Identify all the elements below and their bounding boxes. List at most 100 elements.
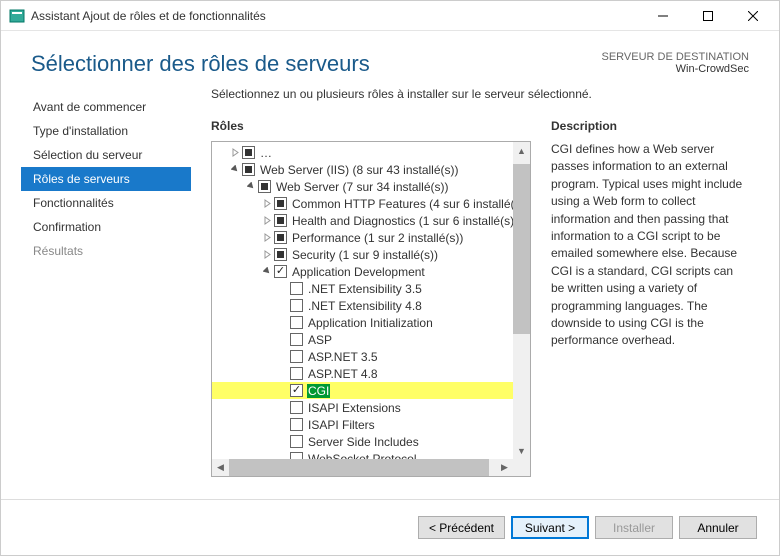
sidebar-item[interactable]: Sélection du serveur — [21, 143, 191, 167]
tree-item-label: .NET Extensibility 3.5 — [307, 282, 423, 296]
previous-button[interactable]: < Précédent — [418, 516, 505, 539]
scroll-left-arrow[interactable]: ◀ — [212, 459, 229, 476]
install-button[interactable]: Installer — [595, 516, 673, 539]
checkbox[interactable] — [274, 265, 287, 278]
footer: < Précédent Suivant > Installer Annuler — [1, 499, 779, 555]
vertical-scrollbar[interactable]: ▲ ▼ — [513, 142, 530, 459]
checkbox[interactable] — [258, 180, 271, 193]
checkbox[interactable] — [290, 384, 303, 397]
minimize-button[interactable] — [640, 1, 685, 30]
sidebar-item[interactable]: Avant de commencer — [21, 95, 191, 119]
tree-item-label: … — [259, 146, 273, 160]
checkbox[interactable] — [290, 401, 303, 414]
collapse-icon[interactable] — [228, 163, 242, 177]
main: Avant de commencerType d'installationSél… — [1, 87, 779, 477]
tree-row[interactable]: ASP.NET 4.8 — [212, 365, 513, 382]
checkbox[interactable] — [290, 350, 303, 363]
tree-row[interactable]: ISAPI Extensions — [212, 399, 513, 416]
tree-item-label: Server Side Includes — [307, 435, 420, 449]
cancel-button[interactable]: Annuler — [679, 516, 757, 539]
tree-item-label: Health and Diagnostics (1 sur 6 installé… — [291, 214, 513, 228]
content: Sélectionnez un ou plusieurs rôles à ins… — [191, 87, 759, 477]
tree-row[interactable]: WebSocket Protocol — [212, 450, 513, 459]
tree-row[interactable]: .NET Extensibility 4.8 — [212, 297, 513, 314]
scroll-up-arrow[interactable]: ▲ — [513, 142, 530, 159]
tree-item-label: ISAPI Filters — [307, 418, 376, 432]
tree-item-label: WebSocket Protocol — [307, 452, 418, 460]
tree-item-label: Application Initialization — [307, 316, 434, 330]
checkbox[interactable] — [290, 452, 303, 459]
sidebar-item[interactable]: Confirmation — [21, 215, 191, 239]
sidebar-item[interactable]: Type d'installation — [21, 119, 191, 143]
collapse-icon[interactable] — [244, 180, 258, 194]
expander-placeholder — [276, 452, 290, 460]
tree-row[interactable]: ASP — [212, 331, 513, 348]
tree-row[interactable]: .NET Extensibility 3.5 — [212, 280, 513, 297]
tree-row[interactable]: … — [212, 144, 513, 161]
tree-row[interactable]: Web Server (7 sur 34 installé(s)) — [212, 178, 513, 195]
sidebar: Avant de commencerType d'installationSél… — [21, 87, 191, 477]
checkbox[interactable] — [290, 282, 303, 295]
sidebar-item[interactable]: Fonctionnalités — [21, 191, 191, 215]
tree-item-label: ASP.NET 4.8 — [307, 367, 379, 381]
tree-item-label: Application Development — [291, 265, 426, 279]
expander-placeholder — [276, 401, 290, 415]
expander-placeholder — [276, 316, 290, 330]
tree-row[interactable]: Application Development — [212, 263, 513, 280]
roles-heading: Rôles — [211, 119, 531, 133]
tree-row[interactable]: Performance (1 sur 2 installé(s)) — [212, 229, 513, 246]
window-title: Assistant Ajout de rôles et de fonctionn… — [31, 9, 640, 23]
collapse-icon[interactable] — [260, 265, 274, 279]
horizontal-scroll-thumb[interactable] — [229, 459, 489, 476]
checkbox[interactable] — [290, 435, 303, 448]
expand-icon[interactable] — [260, 248, 274, 262]
titlebar: Assistant Ajout de rôles et de fonctionn… — [1, 1, 779, 31]
expand-icon[interactable] — [260, 214, 274, 228]
checkbox[interactable] — [290, 299, 303, 312]
tree-row[interactable]: Common HTTP Features (4 sur 6 installé(s… — [212, 195, 513, 212]
checkbox[interactable] — [290, 367, 303, 380]
tree-item-label: Web Server (7 sur 34 installé(s)) — [275, 180, 450, 194]
tree-row[interactable]: Security (1 sur 9 installé(s)) — [212, 246, 513, 263]
tree-item-label: ISAPI Extensions — [307, 401, 402, 415]
header: Sélectionner des rôles de serveurs SERVE… — [1, 31, 779, 87]
tree-row[interactable]: Health and Diagnostics (1 sur 6 installé… — [212, 212, 513, 229]
scroll-right-arrow[interactable]: ▶ — [496, 459, 513, 476]
roles-tree: …Web Server (IIS) (8 sur 43 installé(s))… — [211, 141, 531, 477]
checkbox[interactable] — [274, 197, 287, 210]
tree-row[interactable]: ISAPI Filters — [212, 416, 513, 433]
expand-icon[interactable] — [228, 146, 242, 160]
expand-icon[interactable] — [260, 197, 274, 211]
horizontal-scrollbar[interactable]: ◀ ▶ — [212, 459, 530, 476]
tree-row[interactable]: Application Initialization — [212, 314, 513, 331]
expander-placeholder — [276, 299, 290, 313]
destination-name: Win-CrowdSec — [601, 63, 749, 75]
checkbox[interactable] — [290, 333, 303, 346]
checkbox[interactable] — [242, 146, 255, 159]
checkbox[interactable] — [290, 418, 303, 431]
tree-row[interactable]: CGI — [212, 382, 513, 399]
app-icon — [9, 8, 25, 24]
maximize-button[interactable] — [685, 1, 730, 30]
close-button[interactable] — [730, 1, 775, 30]
expand-icon[interactable] — [260, 231, 274, 245]
page-title: Sélectionner des rôles de serveurs — [31, 51, 370, 77]
tree-item-label: ASP — [307, 333, 333, 347]
instruction-text: Sélectionnez un ou plusieurs rôles à ins… — [211, 87, 749, 101]
tree-item-label: .NET Extensibility 4.8 — [307, 299, 423, 313]
expander-placeholder — [276, 418, 290, 432]
tree-row[interactable]: Server Side Includes — [212, 433, 513, 450]
checkbox[interactable] — [290, 316, 303, 329]
expander-placeholder — [276, 367, 290, 381]
next-button[interactable]: Suivant > — [511, 516, 589, 539]
checkbox[interactable] — [242, 163, 255, 176]
checkbox[interactable] — [274, 231, 287, 244]
scroll-down-arrow[interactable]: ▼ — [513, 442, 530, 459]
checkbox[interactable] — [274, 214, 287, 227]
sidebar-item[interactable]: Rôles de serveurs — [21, 167, 191, 191]
vertical-scroll-thumb[interactable] — [513, 164, 530, 334]
tree-row[interactable]: Web Server (IIS) (8 sur 43 installé(s)) — [212, 161, 513, 178]
checkbox[interactable] — [274, 248, 287, 261]
sidebar-item: Résultats — [21, 239, 191, 263]
tree-row[interactable]: ASP.NET 3.5 — [212, 348, 513, 365]
